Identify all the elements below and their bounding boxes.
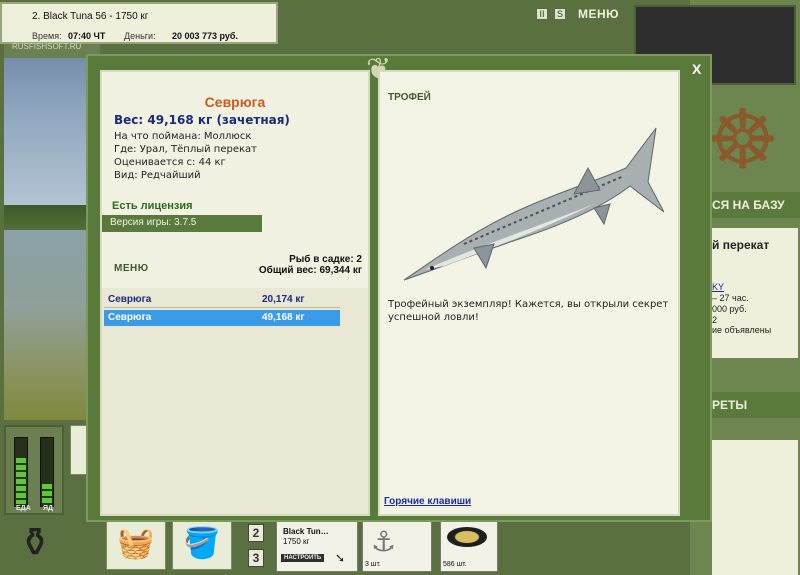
rod-slot-button[interactable]: 3 bbox=[248, 549, 264, 567]
secrets-heading[interactable]: РЕТЫ bbox=[710, 392, 800, 418]
hook-icon: ⚓ bbox=[371, 525, 397, 558]
keepnet-summary: Рыб в садке: 2 Общий вес: 69,344 кг bbox=[259, 254, 362, 276]
catch-list: Севрюга 20,174 кг Севрюга 49,168 кг bbox=[102, 288, 368, 514]
info-line: 2 bbox=[712, 315, 718, 325]
caught-on: На что поймана: Моллюск bbox=[114, 131, 252, 142]
watermark: RUSFISHSOFT.RU bbox=[12, 42, 82, 51]
time-value: 07:40 ЧТ bbox=[68, 31, 106, 41]
sturgeon-image bbox=[403, 127, 664, 281]
go-to-base-heading[interactable]: СЯ НА БАЗУ bbox=[710, 192, 800, 218]
trophy-message: Трофейный экземпляр! Кажется, вы открыли… bbox=[388, 299, 669, 323]
money-value: 20 003 773 руб. bbox=[172, 31, 238, 41]
ship-wheel-icon[interactable]: ☸ bbox=[706, 100, 780, 182]
keepnet-count: Рыб в садке: 2 bbox=[289, 254, 362, 265]
info-line: ие объявлены bbox=[712, 325, 772, 335]
rod-slot-button[interactable]: 2 bbox=[248, 524, 264, 542]
fish-weight: Вес: 49,168 кг (зачетная) bbox=[114, 113, 290, 127]
catch-name: Севрюга bbox=[108, 312, 152, 323]
food-gauge-level bbox=[16, 457, 26, 504]
valued-from: Оценивается с: 44 кг bbox=[114, 157, 226, 168]
fish-eye bbox=[430, 266, 434, 270]
fish-info-panel: Севрюга Вес: 49,168 кг (зачетная) На что… bbox=[100, 70, 370, 516]
time-label: Время: bbox=[32, 31, 62, 41]
fish-body bbox=[403, 127, 664, 281]
cooking-pot-icon[interactable]: ⚱ bbox=[6, 518, 64, 568]
main-menu-button[interactable]: МЕНЮ bbox=[578, 7, 619, 21]
rod-slot[interactable]: Black Tun… 1750 кг НАСТРОИТЬ ➘ bbox=[276, 520, 358, 572]
status-gauges: ЕДА ЯД bbox=[4, 425, 64, 515]
trophy-panel: ТРОФЕЙ Трофейный экземпляр! Кажется, вы … bbox=[378, 70, 680, 516]
hotkeys-link[interactable]: Горячие клавиши bbox=[384, 496, 471, 507]
pectoral-fin bbox=[473, 243, 495, 270]
catch-weight: 20,174 кг bbox=[262, 294, 305, 305]
info-line: 000 руб. bbox=[712, 304, 747, 314]
money-label: Деньги: bbox=[124, 31, 156, 41]
catch-location: Где: Урал, Тёплый перекат bbox=[114, 144, 257, 155]
bait-slot[interactable]: 586 шт. bbox=[440, 520, 498, 572]
license-status: Есть лицензия bbox=[112, 200, 193, 212]
close-button[interactable]: X bbox=[692, 61, 701, 77]
catch-row-selected[interactable]: Севрюга 49,168 кг bbox=[104, 310, 340, 326]
info-line: – 27 час. bbox=[712, 293, 749, 303]
configure-button[interactable]: НАСТРОИТЬ bbox=[281, 554, 325, 562]
fatigue-gauge-level bbox=[42, 484, 52, 504]
hook-quantity: 3 шт. bbox=[365, 561, 381, 568]
fish-name: Севрюга bbox=[204, 94, 266, 110]
food-gauge bbox=[14, 437, 28, 507]
catch-name: Севрюга bbox=[108, 294, 152, 305]
rod-name: Black Tun… bbox=[283, 527, 329, 536]
rod-weight: 1750 кг bbox=[283, 537, 310, 546]
catch-weight: 49,168 кг bbox=[262, 312, 305, 323]
active-rod-label: 2. Black Tuna 56 - 1750 кг bbox=[32, 11, 149, 22]
secrets-panel bbox=[712, 440, 798, 575]
catch-dialog: ❦ X Севрюга Вес: 49,168 кг (зачетная) На… bbox=[86, 52, 712, 522]
sound-icon[interactable]: S bbox=[554, 8, 566, 20]
mussel-bait-icon bbox=[447, 527, 487, 547]
arrow-icon: ➘ bbox=[335, 551, 346, 565]
fatigue-label: ЯД bbox=[43, 505, 54, 512]
rarity: Вид: Редчайший bbox=[114, 170, 201, 181]
pause-icon[interactable]: II bbox=[536, 8, 548, 20]
top-status-bar: 2. Black Tuna 56 - 1750 кг Время: 07:40 … bbox=[0, 2, 278, 44]
vegetable-basket-icon[interactable]: 🧺 bbox=[106, 520, 166, 570]
location-partial: й перекат bbox=[712, 238, 770, 252]
bucket-icon[interactable]: 🪣 bbox=[172, 520, 232, 570]
hook-slot[interactable]: ⚓ 3 шт. bbox=[362, 520, 432, 572]
location-link[interactable]: KY bbox=[712, 282, 724, 292]
catch-row[interactable]: Севрюга 20,174 кг bbox=[104, 292, 340, 308]
keepnet-weight: Общий вес: 69,344 кг bbox=[258, 265, 362, 276]
bait-quantity: 586 шт. bbox=[443, 561, 467, 568]
menu-button[interactable]: МЕНЮ bbox=[114, 263, 149, 274]
trophy-title: ТРОФЕЙ bbox=[388, 92, 431, 103]
anal-fin bbox=[593, 203, 611, 226]
game-version: Версия игры: 3.7.5 bbox=[102, 215, 262, 232]
fatigue-gauge bbox=[40, 437, 54, 507]
food-label: ЕДА bbox=[16, 505, 31, 512]
